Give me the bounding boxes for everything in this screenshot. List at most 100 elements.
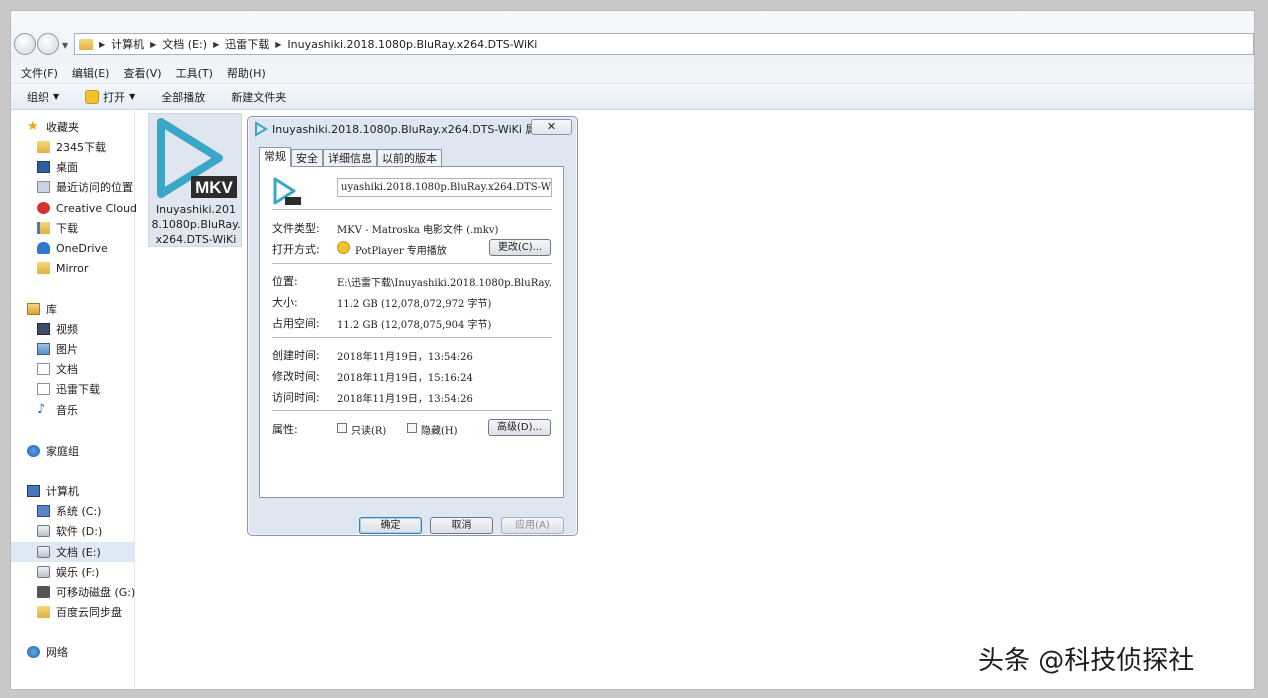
address-bar[interactable]: ▶ 计算机 ▶ 文档 (E:) ▶ 迅雷下载 ▶ Inuyashiki.2018… — [74, 33, 1254, 55]
nav-label: 可移动磁盘 (G:) — [56, 586, 136, 599]
hard-drive-icon — [37, 546, 50, 558]
nav-label: 文档 (E:) — [56, 546, 101, 559]
breadcrumb-computer[interactable]: 计算机 — [111, 36, 144, 52]
potplayer-icon — [337, 241, 350, 254]
nav-label: OneDrive — [56, 241, 108, 255]
cancel-button[interactable]: 取消 — [430, 517, 493, 534]
nav-label: 软件 (D:) — [56, 525, 103, 538]
advanced-button[interactable]: 高级(D)... — [488, 419, 551, 436]
caret-down-icon: ▼ — [53, 92, 60, 101]
menu-file[interactable]: 文件(F) — [21, 65, 58, 81]
menu-tools[interactable]: 工具(T) — [176, 65, 213, 81]
nav-onedrive[interactable]: OneDrive — [37, 238, 161, 258]
attributes-label: 属性: — [272, 423, 298, 436]
pictures-library-icon — [37, 343, 50, 355]
file-item[interactable]: MKV Inuyashiki.2018.1080p.BluRay.x264.DT… — [148, 113, 242, 247]
nav-label: 2345下载 — [56, 141, 106, 154]
homegroup-icon — [27, 445, 40, 457]
location-label: 位置: — [272, 275, 298, 288]
organize-button[interactable]: 组织 ▼ — [27, 89, 59, 105]
open-with-label: 打开方式: — [272, 243, 320, 256]
caret-down-icon: ▼ — [129, 92, 136, 101]
mkv-badge: MKV — [195, 178, 233, 197]
breadcrumb-xunlei[interactable]: 迅雷下载 — [225, 36, 269, 52]
potplayer-icon — [85, 89, 100, 104]
new-folder-button[interactable]: 新建文件夹 — [231, 89, 286, 105]
modified-label: 修改时间: — [272, 370, 320, 383]
nav-pictures[interactable]: 图片 — [37, 339, 161, 359]
nav-mirror[interactable]: Mirror — [37, 258, 161, 278]
watermark-text: 头条 @科技侦探社 — [978, 646, 1195, 676]
back-button[interactable] — [14, 33, 36, 55]
close-button[interactable]: ✕ — [531, 119, 572, 135]
disk-size-label: 占用空间: — [272, 317, 320, 330]
nav-xunlei-library[interactable]: 迅雷下载 — [37, 379, 161, 399]
change-button[interactable]: 更改(C)... — [489, 239, 551, 256]
filename-input[interactable]: uyashiki.2018.1080p.BluRay.x264.DTS-WiKi — [337, 178, 552, 197]
nav-baidu-sync[interactable]: 百度云同步盘 — [37, 602, 161, 622]
breadcrumb-folder[interactable]: Inuyashiki.2018.1080p.BluRay.x264.DTS-Wi… — [287, 38, 537, 51]
forward-button[interactable] — [37, 33, 59, 55]
nav-drive-e[interactable]: 文档 (E:) — [11, 542, 135, 562]
readonly-checkbox[interactable] — [337, 423, 347, 433]
created-value: 2018年11月19日，13:54:26 — [337, 352, 473, 363]
nav-network[interactable]: 网络 — [27, 642, 151, 662]
nav-homegroup[interactable]: 家庭组 — [27, 441, 151, 461]
tab-security[interactable]: 安全 — [291, 149, 323, 167]
chevron-right-icon[interactable]: ▶ — [150, 40, 156, 49]
usb-drive-icon — [37, 586, 50, 598]
divider — [272, 410, 552, 411]
mkv-video-icon: MKV — [157, 118, 237, 198]
accessed-label: 访问时间: — [272, 391, 320, 404]
menu-edit[interactable]: 编辑(E) — [72, 65, 110, 81]
ok-button[interactable]: 确定 — [359, 517, 422, 534]
play-all-button[interactable]: 全部播放 — [161, 89, 205, 105]
open-button[interactable]: 打开 ▼ — [85, 89, 135, 105]
nav-documents[interactable]: 文档 — [37, 359, 161, 379]
disk-size-value: 11.2 GB (12,078,075,904 字节) — [337, 320, 492, 331]
nav-drive-g[interactable]: 可移动磁盘 (G:) — [37, 582, 161, 602]
hidden-checkbox[interactable] — [407, 423, 417, 433]
readonly-label[interactable]: 只读(R) — [351, 422, 386, 437]
chevron-right-icon[interactable]: ▶ — [99, 40, 105, 49]
nav-favorites[interactable]: ★ 收藏夹 — [27, 117, 151, 137]
chevron-right-icon[interactable]: ▶ — [213, 40, 219, 49]
nav-drive-d[interactable]: 软件 (D:) — [37, 521, 161, 541]
chevron-right-icon[interactable]: ▶ — [275, 40, 281, 49]
menu-help[interactable]: 帮助(H) — [227, 65, 266, 81]
tab-previous-versions[interactable]: 以前的版本 — [377, 149, 442, 167]
file-type-label: 文件类型: — [272, 222, 320, 235]
hidden-label[interactable]: 隐藏(H) — [421, 422, 458, 437]
nav-computer[interactable]: 计算机 — [27, 481, 151, 501]
size-label: 大小: — [272, 296, 298, 309]
nav-drive-f[interactable]: 娱乐 (F:) — [37, 562, 161, 582]
nav-videos[interactable]: 视频 — [37, 319, 161, 339]
apply-button[interactable]: 应用(A) — [501, 517, 564, 534]
nav-drive-c[interactable]: 系统 (C:) — [37, 501, 161, 521]
nav-music[interactable]: ♪ 音乐 — [37, 400, 161, 420]
nav-libraries[interactable]: 库 — [27, 299, 151, 319]
nav-2345-download[interactable]: 2345下载 — [37, 137, 161, 157]
general-panel: uyashiki.2018.1080p.BluRay.x264.DTS-WiKi… — [259, 166, 564, 498]
nav-label: 百度云同步盘 — [56, 606, 122, 619]
nav-downloads[interactable]: 下载 — [37, 218, 161, 238]
history-dropdown-icon[interactable]: ▼ — [62, 41, 68, 50]
tab-general[interactable]: 常规 — [259, 147, 291, 167]
star-icon: ★ — [27, 119, 39, 134]
menu-view[interactable]: 查看(V) — [123, 65, 161, 81]
explorer-window: ▼ ▶ 计算机 ▶ 文档 (E:) ▶ 迅雷下载 ▶ Inuyashiki.20… — [10, 10, 1255, 690]
address-row: ▼ ▶ 计算机 ▶ 文档 (E:) ▶ 迅雷下载 ▶ Inuyashiki.20… — [11, 11, 1254, 62]
creative-cloud-icon — [37, 202, 50, 214]
breadcrumb-drive-e[interactable]: 文档 (E:) — [162, 36, 207, 52]
nav-recent[interactable]: 最近访问的位置 — [37, 177, 161, 197]
nav-desktop[interactable]: 桌面 — [37, 157, 161, 177]
library-icon — [27, 303, 40, 315]
nav-label: 网络 — [46, 646, 68, 659]
system-drive-icon — [37, 505, 50, 517]
network-icon — [27, 646, 40, 658]
mkv-file-icon — [273, 177, 301, 205]
tab-details[interactable]: 详细信息 — [323, 149, 377, 167]
nav-creative-cloud[interactable]: Creative Cloud — [37, 198, 161, 218]
nav-label: 库 — [46, 303, 57, 316]
recent-places-icon — [37, 181, 50, 193]
